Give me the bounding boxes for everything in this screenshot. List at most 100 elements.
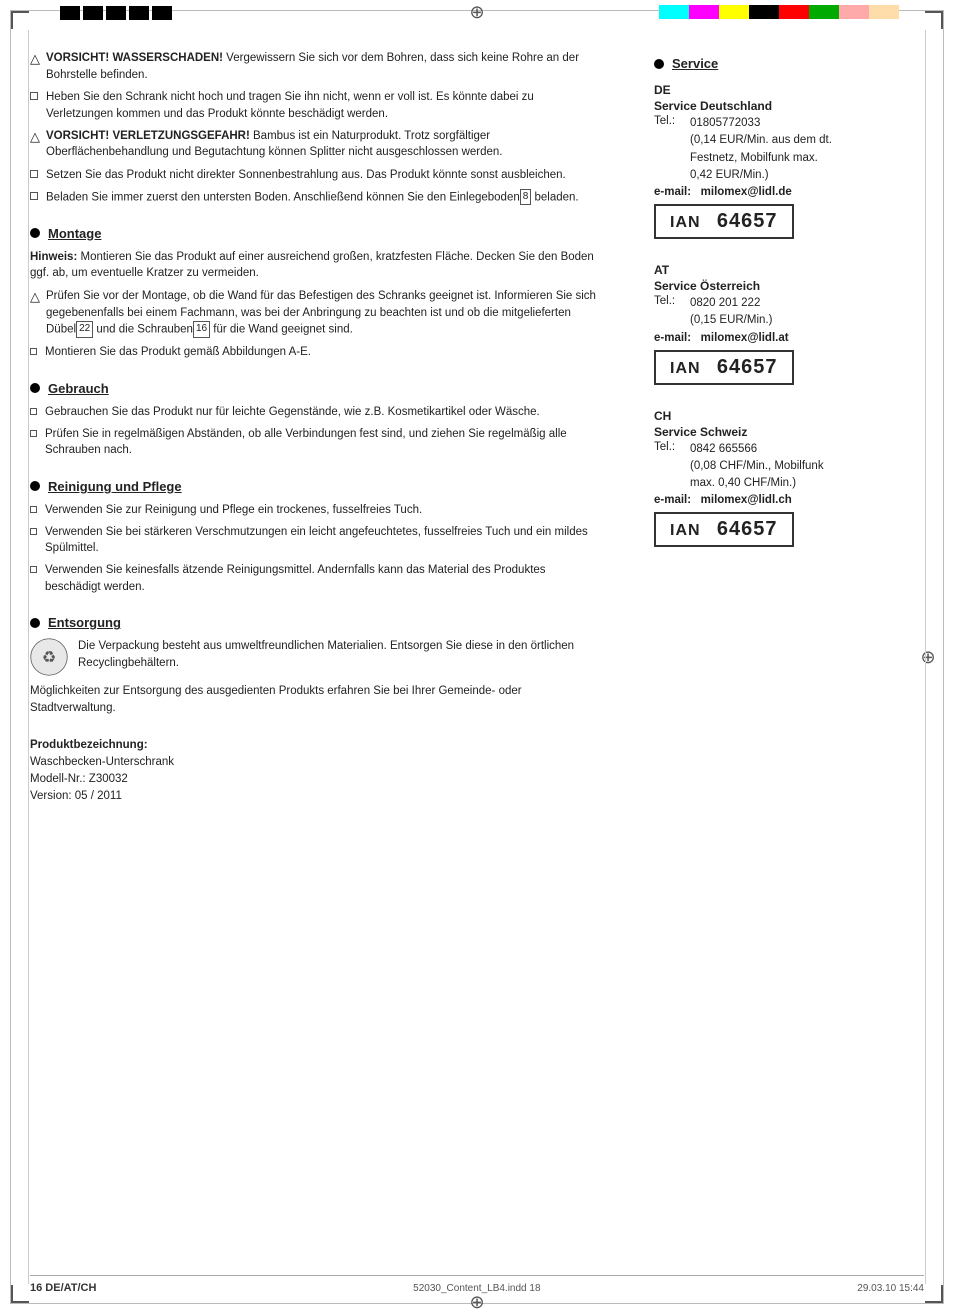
color-bar-red <box>779 5 809 19</box>
warning-triangle-icon-1: △ <box>30 50 40 69</box>
footer-page-label: 16 DE/AT/CH <box>30 1282 96 1294</box>
footer-date-info: 29.03.10 15:44 <box>857 1283 924 1294</box>
tel-note-ch-2: max. 0,40 CHF/Min.) <box>690 475 824 492</box>
email-line-de: e-mail: milomex@lidl.de <box>654 186 924 198</box>
tel-number-de: 01805772033 <box>690 115 832 132</box>
black-sq-2 <box>83 6 103 20</box>
email-line-ch: e-mail: milomex@lidl.ch <box>654 494 924 506</box>
montage-sq-text: Montieren Sie das Produkt gemäß Abbildun… <box>45 344 311 361</box>
country-code-ch: CH <box>654 409 924 423</box>
tel-line-ch: Tel.: 0842 665566 (0,08 CHF/Min., Mobilf… <box>654 441 924 493</box>
service-name-de: Service Deutschland <box>654 99 924 113</box>
color-bar-peach <box>869 5 899 19</box>
email-label-at: e-mail: <box>654 332 691 344</box>
hinweis-label: Hinweis: <box>30 251 77 263</box>
section-gebrauch-heading: Gebrauch <box>30 381 604 396</box>
service-title: Service <box>672 56 718 71</box>
email-ch: milomex@lidl.ch <box>701 494 792 506</box>
crosshair-top: ⊕ <box>467 2 487 22</box>
montage-hinweis: Hinweis: Montieren Sie das Produkt auf e… <box>30 249 604 282</box>
ian-label-de: IAN <box>670 214 701 231</box>
footer-file-info: 52030_Content_LB4.indd 18 <box>413 1283 540 1294</box>
ian-label-at: IAN <box>670 360 701 377</box>
email-label-de: e-mail: <box>654 186 691 198</box>
crosshair-bottom: ⊕ <box>467 1292 487 1312</box>
email-de: milomex@lidl.de <box>701 186 792 198</box>
section-montage-heading: Montage <box>30 226 604 241</box>
box-ref-8: 8 <box>520 189 532 206</box>
entsorgung-text-1: Die Verpackung besteht aus umweltfreundl… <box>30 638 604 671</box>
sm-sq-bullet-gebrauch-2 <box>30 430 37 437</box>
ian-box-at: IAN 64657 <box>654 350 794 385</box>
bullet-item-2: Setzen Sie das Produkt nicht direkter So… <box>30 167 604 184</box>
product-version: Version: 05 / 2011 <box>30 788 604 805</box>
email-at: milomex@lidl.at <box>701 332 789 344</box>
email-line-at: e-mail: milomex@lidl.at <box>654 332 924 344</box>
warning-verletzung: △ VORSICHT! VERLETZUNGSGEFAHR! Bambus is… <box>30 128 604 161</box>
product-model: Modell-Nr.: Z30032 <box>30 771 604 788</box>
bullet-circle-montage <box>30 228 40 238</box>
hinweis-text: Montieren Sie das Produkt auf einer ausr… <box>30 251 594 280</box>
black-sq-5 <box>152 6 172 20</box>
section-gebrauch-title: Gebrauch <box>48 381 109 396</box>
entsorgung-text-2: Möglichkeiten zur Entsorgung des ausgedi… <box>30 683 604 716</box>
tel-note-de-3: 0,42 EUR/Min.) <box>690 167 832 184</box>
ian-number-ch: 64657 <box>717 518 778 540</box>
warning-triangle-icon-3: △ <box>30 288 40 307</box>
black-sq-4 <box>129 6 149 20</box>
tel-note-ch-1: (0,08 CHF/Min., Mobilfunk <box>690 458 824 475</box>
service-country-at: AT Service Österreich Tel.: 0820 201 222… <box>654 263 924 391</box>
ian-label-ch: IAN <box>670 522 701 539</box>
tel-line-de: Tel.: 01805772033 (0,14 EUR/Min. aus dem… <box>654 115 924 184</box>
section-entsorgung-title: Entsorgung <box>48 615 121 630</box>
bullet-circle-entsorgung <box>30 618 40 628</box>
tel-label-ch: Tel.: <box>654 441 684 493</box>
tel-note-at-1: (0,15 EUR/Min.) <box>690 312 772 329</box>
product-info: Produktbezeichnung: Waschbecken-Untersch… <box>30 737 604 806</box>
warning-wasserschaden: △ VORSICHT! WASSERSCHADEN! Vergewissern … <box>30 50 604 83</box>
bullet-item-3: Beladen Sie immer zuerst den untersten B… <box>30 189 604 206</box>
warning-text-1: VORSICHT! WASSERSCHADEN! Vergewissern Si… <box>46 50 604 83</box>
sq-bullet-3 <box>30 192 38 200</box>
product-name: Waschbecken-Unterschrank <box>30 754 604 771</box>
reg-mark-bl <box>11 1285 29 1303</box>
box-ref-16: 16 <box>193 321 210 338</box>
page-footer: 16 DE/AT/CH 52030_Content_LB4.indd 18 29… <box>30 1275 924 1294</box>
email-label-ch: e-mail: <box>654 494 691 506</box>
reg-mark-br <box>925 1285 943 1303</box>
tel-line-at: Tel.: 0820 201 222 (0,15 EUR/Min.) <box>654 295 924 330</box>
margin-line-right <box>925 30 926 1284</box>
section-montage-title: Montage <box>48 226 101 241</box>
service-name-at: Service Österreich <box>654 279 924 293</box>
service-name-ch: Service Schweiz <box>654 425 924 439</box>
sm-sq-bullet-montage <box>30 348 37 355</box>
montage-warning-text: Prüfen Sie vor der Montage, ob die Wand … <box>46 288 604 338</box>
tel-note-de-2: Festnetz, Mobilfunk max. <box>690 150 832 167</box>
section-entsorgung-heading: Entsorgung <box>30 615 604 630</box>
reinigung-text-2: Verwenden Sie bei stärkeren Verschmutzun… <box>45 524 604 557</box>
reinigung-item-3: Verwenden Sie keinesfalls ätzende Reinig… <box>30 562 604 595</box>
bullet-text-3: Beladen Sie immer zuerst den untersten B… <box>46 189 579 206</box>
bullet-text-2: Setzen Sie das Produkt nicht direkter So… <box>46 167 566 184</box>
reg-mark-tl <box>11 11 29 29</box>
reg-mark-tr <box>925 11 943 29</box>
recycle-icon-container: ♻ <box>30 638 68 679</box>
service-country-ch: CH Service Schweiz Tel.: 0842 665566 (0,… <box>654 409 924 554</box>
bullet-text-1: Heben Sie den Schrank nicht hoch und tra… <box>46 89 604 122</box>
ian-box-de: IAN 64657 <box>654 204 794 239</box>
print-color-bars <box>659 5 899 19</box>
color-bar-green <box>809 5 839 19</box>
sm-sq-bullet-gebrauch-1 <box>30 408 37 415</box>
bullet-circle-service <box>654 59 664 69</box>
reinigung-text-1: Verwenden Sie zur Reinigung und Pflege e… <box>45 502 422 519</box>
warning-text-2: VORSICHT! VERLETZUNGSGEFAHR! Bambus ist … <box>46 128 604 161</box>
bullet-item-1: Heben Sie den Schrank nicht hoch und tra… <box>30 89 604 122</box>
bullet-circle-gebrauch <box>30 383 40 393</box>
color-bar-magenta <box>689 5 719 19</box>
country-code-at: AT <box>654 263 924 277</box>
black-squares-top <box>60 6 172 20</box>
sm-sq-bullet-reinigung-2 <box>30 528 37 535</box>
gebrauch-item-2: Prüfen Sie in regelmäßigen Abständen, ob… <box>30 426 604 459</box>
color-bar-pink <box>839 5 869 19</box>
warning-bold-1: VORSICHT! WASSERSCHADEN! <box>46 52 223 64</box>
